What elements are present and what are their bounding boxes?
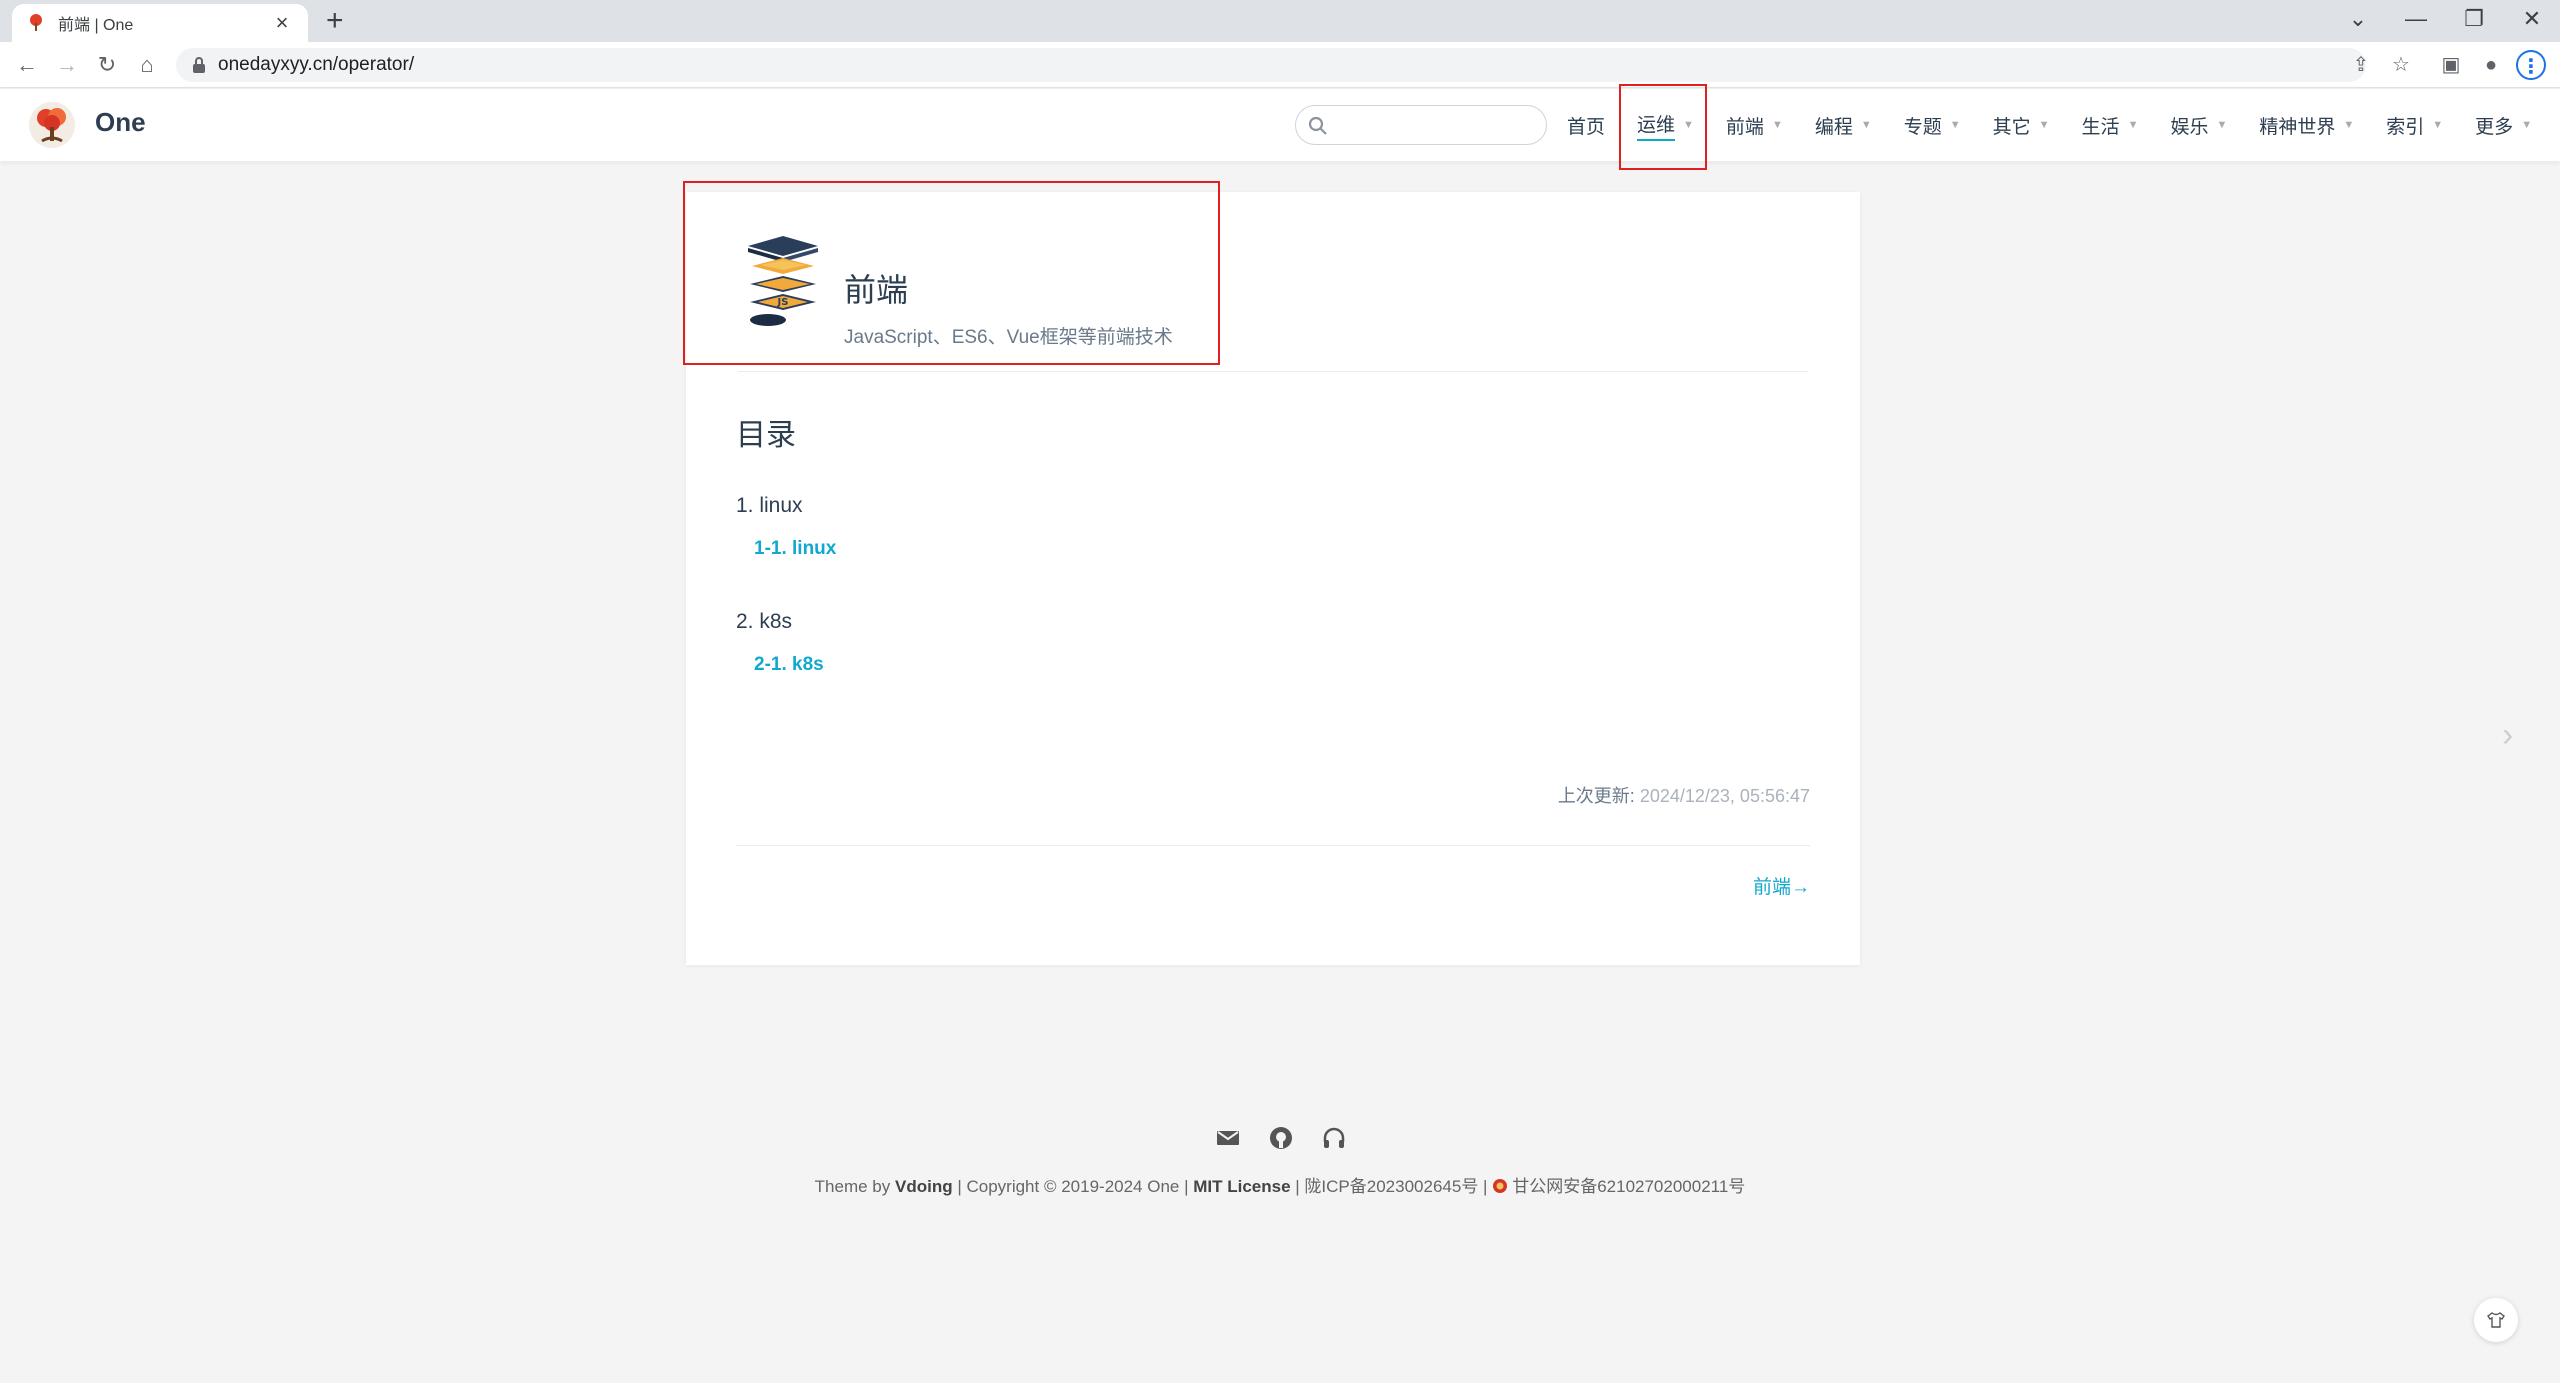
nav-item-home[interactable]: 首页 [1567,89,1605,161]
last-updated: 上次更新: 2024/12/23, 05:56:47 [1340,782,1810,808]
back-arrow-icon[interactable]: ← [12,50,42,80]
home-icon[interactable]: ⌂ [132,50,162,80]
site-navbar: One 首页 运维 ▼ 前端 ▼ 编程 ▼ 专题 ▼ 其它 ▼ 生活 ▼ 娱乐 … [0,89,2560,161]
browser-tab-bar: 前端 | One × + ⌄ — ❐ ✕ [0,0,2560,42]
footer-theme-link[interactable]: Vdoing [895,1177,953,1196]
nav-item-label: 前端 [1725,116,1764,138]
nav-item-label: 生活 [2081,116,2120,138]
minimize-button[interactable]: — [2396,4,2436,34]
search-icon [1308,116,1327,135]
nav-item-label: 娱乐 [2170,116,2209,138]
caret-down-icon: ▼ [2038,119,2050,131]
police-badge-icon [1493,1179,1508,1193]
headphones-icon[interactable] [1322,1126,1346,1150]
tab-close-icon[interactable]: × [270,11,294,35]
caret-down-icon: ▼ [1949,119,1961,131]
browser-tab[interactable]: 前端 | One × [12,4,308,42]
footer-social-icons [1216,1126,1346,1152]
github-icon[interactable] [1269,1126,1293,1150]
nav-item-spiritual[interactable]: 精神世界 ▼ [2259,89,2354,161]
browser-menu-icon[interactable]: ⋮ [2516,50,2546,80]
nav-item-frontend[interactable]: 前端 ▼ [1726,89,1783,161]
browser-toolbar: ← → ↻ ⌂ onedayxyy.cn/operator/ ⇪ ☆ ▣ ● ⋮ [0,42,2560,88]
toc-title: 目录 [736,419,796,452]
last-updated-label: 上次更新: [1557,786,1635,806]
nav-item-label: 精神世界 [2259,116,2336,138]
footer-copyright: | Copyright © 2019-2024 One | [957,1177,1189,1196]
last-updated-time: 2024/12/23, 05:56:47 [1639,786,1810,806]
nav-item-label: 索引 [2386,116,2425,138]
chevron-right-icon[interactable]: › [2502,716,2513,755]
caret-down-icon: ▼ [1860,119,1872,131]
footer-icp-link[interactable]: | 陇ICP备2023002645号 | [1295,1177,1487,1196]
footer-theme-by: Theme by [814,1177,891,1196]
profile-icon[interactable]: ● [2476,50,2506,80]
restore-button[interactable]: ❐ [2454,4,2494,34]
tab-search-icon[interactable]: ⌄ [2338,4,2378,34]
nav-item-label: 编程 [1814,116,1853,138]
divider [736,845,1810,846]
caret-down-icon: ▼ [2521,119,2533,131]
nav-item-programming[interactable]: 编程 ▼ [1815,89,1872,161]
url-text: onedayxyy.cn/operator/ [218,54,415,75]
annotation-highlight-box [683,181,1220,365]
tab-title: 前端 | One [58,17,134,34]
caret-down-icon: ▼ [1771,119,1783,131]
theme-mode-button[interactable] [2474,1298,2518,1342]
toc-link[interactable]: 1-1. linux [754,538,836,560]
nav-item-entertainment[interactable]: 娱乐 ▼ [2170,89,2227,161]
footer-license-link[interactable]: MIT License [1193,1177,1290,1196]
nav-item-index[interactable]: 索引 ▼ [2386,89,2443,161]
site-favicon-icon [30,14,42,31]
reload-icon[interactable]: ↻ [92,50,122,80]
toc-link[interactable]: 2-1. k8s [754,654,824,676]
window-close-button[interactable]: ✕ [2512,4,2552,34]
next-page-link[interactable]: 前端→ [1640,872,1810,899]
forward-arrow-icon[interactable]: → [52,50,82,80]
nav-menu: 首页 运维 ▼ 前端 ▼ 编程 ▼ 专题 ▼ 其它 ▼ 生活 ▼ 娱乐 ▼ 精神… [1567,89,2532,161]
bookmark-star-icon[interactable]: ☆ [2386,50,2416,80]
share-icon[interactable]: ⇪ [2346,50,2376,80]
caret-down-icon: ▼ [2216,119,2228,131]
annotation-highlight-box [1619,84,1707,170]
nav-item-label: 专题 [1903,116,1942,138]
nav-item-label: 其它 [1992,116,2031,138]
email-icon[interactable] [1216,1126,1240,1150]
footer-police-link[interactable]: 甘公网安备62102702000211号 [1512,1177,1745,1196]
nav-item-label: 更多 [2475,116,2514,138]
nav-item-more[interactable]: 更多 ▼ [2475,89,2532,161]
caret-down-icon: ▼ [2127,119,2139,131]
nav-item-other[interactable]: 其它 ▼ [1993,89,2050,161]
side-panel-icon[interactable]: ▣ [2436,50,2466,80]
nav-item-topics[interactable]: 专题 ▼ [1904,89,1961,161]
search-input[interactable] [1295,105,1547,145]
caret-down-icon: ▼ [2432,119,2444,131]
nav-item-label: 首页 [1567,116,1606,138]
toc-group-label: 2. k8s [736,610,793,633]
shirt-icon [2487,1312,2505,1328]
site-name[interactable]: One [95,107,146,138]
site-logo-icon[interactable] [28,101,76,149]
footer-text: Theme by Vdoing | Copyright © 2019-2024 … [600,1172,1960,1197]
new-tab-button[interactable]: + [326,6,344,36]
address-bar[interactable]: onedayxyy.cn/operator/ [176,48,2366,82]
toc-group-label: 1. linux [736,494,803,517]
caret-down-icon: ▼ [2343,119,2355,131]
nav-item-life[interactable]: 生活 ▼ [2082,89,2139,161]
lock-icon [193,57,205,73]
